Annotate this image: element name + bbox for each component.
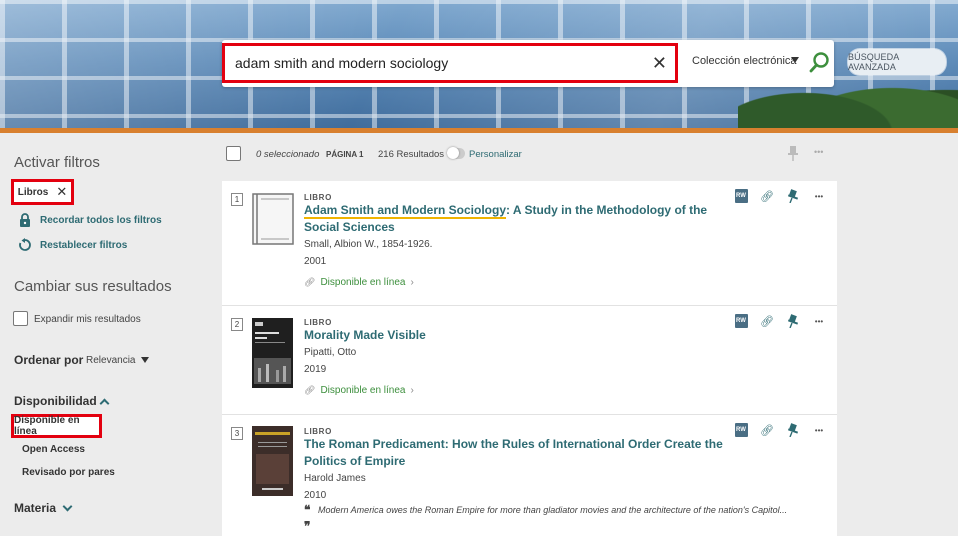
search-bar: ✕ Colección electrónica [222,40,834,87]
select-all-checkbox[interactable] [226,146,241,161]
rw-icon: RW [734,423,748,437]
pin-icon[interactable] [786,189,800,203]
result-title[interactable]: Morality Made Visible [304,327,724,344]
book-cover-image [252,426,293,496]
result-year: 2001 [304,256,327,267]
rw-icon: RW [734,189,748,203]
chevron-down-icon[interactable] [62,501,73,512]
title-rest: The Roman Predicament: How the Rules of … [304,437,723,468]
title-highlight: Adam Smith and Modern Sociology [304,203,507,219]
book-placeholder-icon [252,193,294,245]
personalize-toggle[interactable] [447,147,465,159]
facet-available-online-label: Disponible en línea [14,415,80,437]
facet-peer-reviewed[interactable]: Revisado por pares [22,467,115,478]
resource-type: LIBRO [304,318,332,327]
advanced-search-button[interactable]: BÚSQUEDA AVANZADA [848,49,946,75]
active-filter-label: Libros [17,186,49,198]
pin-icon[interactable] [786,314,800,328]
sort-by-select[interactable]: Relevancia [86,355,135,366]
result-number: 1 [231,193,243,206]
result-card[interactable]: 2 LIBRO Morality Made Visible Pipatti, O… [222,306,837,415]
reset-filters-label: Restablecer filtros [40,239,128,251]
resource-type: LIBRO [304,427,332,436]
reset-icon [19,238,31,251]
search-icon[interactable] [808,51,830,75]
result-author: Pipatti, Otto [304,347,357,358]
remove-filter-icon[interactable]: ✕ [56,185,67,198]
availability-label: Disponible en línea [320,385,406,396]
more-options-icon[interactable]: ••• [814,147,823,157]
result-title[interactable]: Adam Smith and Modern Sociology: A Study… [304,202,724,236]
result-year: 2019 [304,364,327,375]
availability-link[interactable]: 🔗︎ Disponible en línea › [304,385,414,396]
search-input[interactable] [235,55,635,71]
expand-results-label: Expandir mis resultados [34,314,141,325]
link-icon: 🔗︎ [304,277,316,287]
more-options-icon[interactable]: ••• [812,423,826,437]
rw-button[interactable]: RW [734,189,748,203]
quote-open-icon: ❝ [304,503,311,517]
result-number: 3 [231,427,243,440]
result-author: Small, Albion W., 1854-1926. [304,239,433,250]
quote-close-icon: ❞ [304,519,311,533]
availability-link[interactable]: 🔗︎ Disponible en línea › [304,277,414,288]
selected-count: 0 seleccionado [256,149,320,160]
rw-icon: RW [734,314,748,328]
lock-icon [20,213,30,227]
pin-icon[interactable] [786,423,800,437]
result-card[interactable]: 1 LIBRO Adam Smith and Modern Sociology:… [222,181,837,306]
rw-button[interactable]: RW [734,314,748,328]
active-filter-chip[interactable]: Libros ✕ [11,179,74,205]
expand-results-checkbox[interactable] [13,311,28,326]
search-scope-select[interactable]: Colección electrónica [692,55,797,67]
chevron-right-icon: › [410,385,414,396]
sort-dropdown-icon[interactable] [141,357,149,363]
reset-filters-link[interactable]: Restablecer filtros [18,238,127,252]
remember-filters-link[interactable]: Recordar todos los filtros [18,213,162,227]
permalink-icon[interactable]: 🔗︎ [760,189,774,203]
more-options-icon[interactable]: ••• [812,189,826,203]
subject-heading[interactable]: Materia [14,501,56,515]
active-filters-heading: Activar filtros [14,154,100,171]
personalize-label[interactable]: Personalizar [469,149,522,160]
result-number: 2 [231,318,243,331]
result-title[interactable]: The Roman Predicament: How the Rules of … [304,436,724,470]
scope-dropdown-icon[interactable] [791,57,799,63]
facet-available-online[interactable]: Disponible en línea [11,414,102,438]
chevron-up-icon[interactable] [99,398,110,409]
page-indicator: PÁGINA 1 [326,150,364,159]
tweak-results-heading: Cambiar sus resultados [14,278,172,295]
availability-heading[interactable]: Disponibilidad [14,394,97,408]
permalink-icon[interactable]: 🔗︎ [760,423,774,437]
search-input-box: ✕ [222,43,678,83]
title-rest: Morality Made Visible [304,328,426,342]
remember-filters-label: Recordar todos los filtros [40,214,162,226]
clear-search-icon[interactable]: ✕ [652,54,667,72]
resource-type: LIBRO [304,193,332,202]
result-author: Harold James [304,473,366,484]
availability-label: Disponible en línea [320,277,406,288]
pin-icon[interactable] [787,145,799,161]
rw-button[interactable]: RW [734,423,748,437]
result-card[interactable]: 3 LIBRO The Roman Predicament: How the R… [222,415,837,536]
book-cover-image [252,318,293,388]
results-count: 216 Resultados [378,149,445,160]
more-options-icon[interactable]: ••• [812,314,826,328]
permalink-icon[interactable]: 🔗︎ [760,314,774,328]
result-snippet: Modern America owes the Roman Empire for… [318,505,788,515]
facet-open-access[interactable]: Open Access [22,444,85,455]
sort-by-label: Ordenar por [14,353,84,367]
link-icon: 🔗︎ [304,385,316,395]
result-year: 2010 [304,490,327,501]
chevron-right-icon: › [410,277,414,288]
